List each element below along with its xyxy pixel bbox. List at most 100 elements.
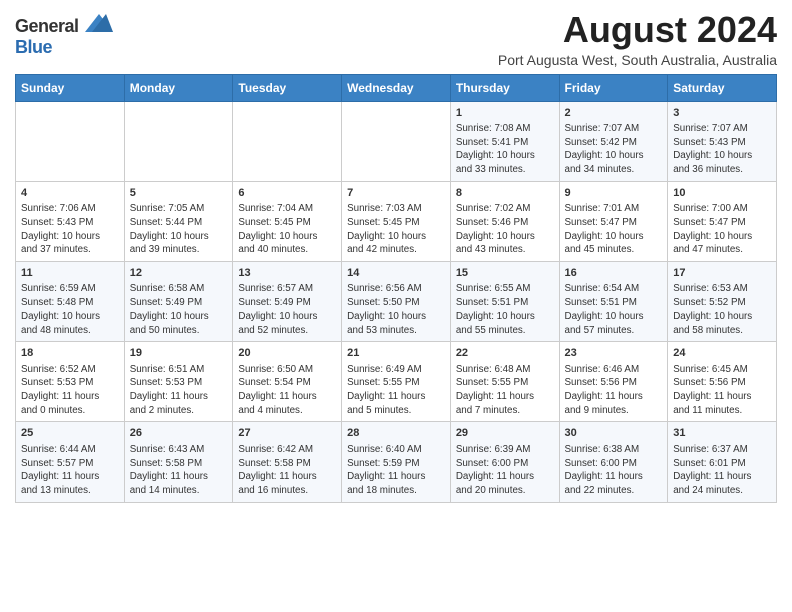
day-info: Sunrise: 6:55 AM Sunset: 5:51 PM Dayligh… <box>456 282 554 337</box>
day-number: 14 <box>347 266 445 281</box>
day-number: 23 <box>565 346 663 361</box>
week-row-5: 25 Sunrise: 6:44 AM Sunset: 5:57 PM Dayli… <box>16 422 777 502</box>
logo-icon <box>85 14 113 32</box>
day-cell: 29 Sunrise: 6:39 AM Sunset: 6:00 PM Dayli… <box>450 422 559 502</box>
day-info: Sunrise: 7:02 AM Sunset: 5:46 PM Dayligh… <box>456 202 554 257</box>
day-number: 1 <box>456 106 554 121</box>
day-number: 10 <box>673 186 771 201</box>
day-info: Sunrise: 6:46 AM Sunset: 5:56 PM Dayligh… <box>565 363 663 418</box>
day-cell: 15Sunrise: 6:55 AM Sunset: 5:51 PM Dayli… <box>450 262 559 342</box>
day-number: 25 <box>21 426 119 441</box>
day-cell: 12Sunrise: 6:58 AM Sunset: 5:49 PM Dayli… <box>124 262 233 342</box>
day-cell: 22Sunrise: 6:48 AM Sunset: 5:55 PM Dayli… <box>450 342 559 422</box>
col-header-tuesday: Tuesday <box>233 74 342 101</box>
day-cell: 2Sunrise: 7:07 AM Sunset: 5:42 PM Daylig… <box>559 101 668 181</box>
day-info: Sunrise: 6:37 AM Sunset: 6:01 PM Dayligh… <box>673 443 771 498</box>
day-info: Sunrise: 6:59 AM Sunset: 5:48 PM Dayligh… <box>21 282 119 337</box>
title-section: August 2024 Port Augusta West, South Aus… <box>498 10 777 68</box>
col-header-sunday: Sunday <box>16 74 125 101</box>
day-info: Sunrise: 7:03 AM Sunset: 5:45 PM Dayligh… <box>347 202 445 257</box>
day-number: 12 <box>130 266 228 281</box>
day-number: 30 <box>565 426 663 441</box>
day-number: 9 <box>565 186 663 201</box>
day-info: Sunrise: 6:50 AM Sunset: 5:54 PM Dayligh… <box>238 363 336 418</box>
day-cell: 11Sunrise: 6:59 AM Sunset: 5:48 PM Dayli… <box>16 262 125 342</box>
day-number: 29 <box>456 426 554 441</box>
day-number: 19 <box>130 346 228 361</box>
day-info: Sunrise: 6:38 AM Sunset: 6:00 PM Dayligh… <box>565 443 663 498</box>
day-cell: 4Sunrise: 7:06 AM Sunset: 5:43 PM Daylig… <box>16 181 125 261</box>
day-cell <box>342 101 451 181</box>
day-info: Sunrise: 7:07 AM Sunset: 5:43 PM Dayligh… <box>673 122 771 177</box>
day-cell <box>124 101 233 181</box>
day-number: 5 <box>130 186 228 201</box>
day-number: 16 <box>565 266 663 281</box>
calendar-header: SundayMondayTuesdayWednesdayThursdayFrid… <box>16 74 777 101</box>
day-cell <box>233 101 342 181</box>
day-cell: 3Sunrise: 7:07 AM Sunset: 5:43 PM Daylig… <box>668 101 777 181</box>
logo: General Blue <box>15 14 113 58</box>
day-info: Sunrise: 6:54 AM Sunset: 5:51 PM Dayligh… <box>565 282 663 337</box>
day-info: Sunrise: 6:51 AM Sunset: 5:53 PM Dayligh… <box>130 363 228 418</box>
day-number: 4 <box>21 186 119 201</box>
day-info: Sunrise: 7:08 AM Sunset: 5:41 PM Dayligh… <box>456 122 554 177</box>
day-cell: 28 Sunrise: 6:40 AM Sunset: 5:59 PM Dayli… <box>342 422 451 502</box>
day-info: Sunrise: 6:49 AM Sunset: 5:55 PM Dayligh… <box>347 363 445 418</box>
day-info: Sunrise: 7:00 AM Sunset: 5:47 PM Dayligh… <box>673 202 771 257</box>
day-number: 24 <box>673 346 771 361</box>
week-row-2: 4Sunrise: 7:06 AM Sunset: 5:43 PM Daylig… <box>16 181 777 261</box>
day-info: Sunrise: 6:56 AM Sunset: 5:50 PM Dayligh… <box>347 282 445 337</box>
col-header-thursday: Thursday <box>450 74 559 101</box>
day-cell: 13Sunrise: 6:57 AM Sunset: 5:49 PM Dayli… <box>233 262 342 342</box>
calendar-table: SundayMondayTuesdayWednesdayThursdayFrid… <box>15 74 777 503</box>
day-number: 31 <box>673 426 771 441</box>
day-cell: 24 Sunrise: 6:45 AM Sunset: 5:56 PM Dayli… <box>668 342 777 422</box>
day-cell: 5Sunrise: 7:05 AM Sunset: 5:44 PM Daylig… <box>124 181 233 261</box>
day-cell: 30 Sunrise: 6:38 AM Sunset: 6:00 PM Dayli… <box>559 422 668 502</box>
day-info: Sunrise: 7:06 AM Sunset: 5:43 PM Dayligh… <box>21 202 119 257</box>
day-number: 21 <box>347 346 445 361</box>
logo-blue-text: Blue <box>15 37 52 57</box>
day-cell: 23 Sunrise: 6:46 AM Sunset: 5:56 PM Dayli… <box>559 342 668 422</box>
day-number: 20 <box>238 346 336 361</box>
day-cell: 10Sunrise: 7:00 AM Sunset: 5:47 PM Dayli… <box>668 181 777 261</box>
day-cell: 20 Sunrise: 6:50 AM Sunset: 5:54 PM Dayli… <box>233 342 342 422</box>
day-cell: 26 Sunrise: 6:43 AM Sunset: 5:58 PM Dayli… <box>124 422 233 502</box>
header-row: SundayMondayTuesdayWednesdayThursdayFrid… <box>16 74 777 101</box>
day-info: Sunrise: 7:04 AM Sunset: 5:45 PM Dayligh… <box>238 202 336 257</box>
day-info: Sunrise: 6:58 AM Sunset: 5:49 PM Dayligh… <box>130 282 228 337</box>
day-info: Sunrise: 7:05 AM Sunset: 5:44 PM Dayligh… <box>130 202 228 257</box>
day-number: 28 <box>347 426 445 441</box>
day-cell: 27 Sunrise: 6:42 AM Sunset: 5:58 PM Dayli… <box>233 422 342 502</box>
day-cell: 19 Sunrise: 6:51 AM Sunset: 5:53 PM Dayli… <box>124 342 233 422</box>
day-info: Sunrise: 6:44 AM Sunset: 5:57 PM Dayligh… <box>21 443 119 498</box>
col-header-monday: Monday <box>124 74 233 101</box>
day-info: Sunrise: 6:42 AM Sunset: 5:58 PM Dayligh… <box>238 443 336 498</box>
week-row-4: 18Sunrise: 6:52 AM Sunset: 5:53 PM Dayli… <box>16 342 777 422</box>
day-info: Sunrise: 6:45 AM Sunset: 5:56 PM Dayligh… <box>673 363 771 418</box>
day-number: 26 <box>130 426 228 441</box>
day-info: Sunrise: 6:40 AM Sunset: 5:59 PM Dayligh… <box>347 443 445 498</box>
calendar-body: 1Sunrise: 7:08 AM Sunset: 5:41 PM Daylig… <box>16 101 777 502</box>
day-cell: 1Sunrise: 7:08 AM Sunset: 5:41 PM Daylig… <box>450 101 559 181</box>
day-number: 27 <box>238 426 336 441</box>
day-cell: 14Sunrise: 6:56 AM Sunset: 5:50 PM Dayli… <box>342 262 451 342</box>
week-row-3: 11Sunrise: 6:59 AM Sunset: 5:48 PM Dayli… <box>16 262 777 342</box>
day-cell: 17Sunrise: 6:53 AM Sunset: 5:52 PM Dayli… <box>668 262 777 342</box>
day-number: 7 <box>347 186 445 201</box>
day-number: 6 <box>238 186 336 201</box>
day-info: Sunrise: 6:39 AM Sunset: 6:00 PM Dayligh… <box>456 443 554 498</box>
col-header-friday: Friday <box>559 74 668 101</box>
day-info: Sunrise: 6:52 AM Sunset: 5:53 PM Dayligh… <box>21 363 119 418</box>
day-cell: 8Sunrise: 7:02 AM Sunset: 5:46 PM Daylig… <box>450 181 559 261</box>
page-header: General Blue August 2024 Port Augusta We… <box>15 10 777 68</box>
day-cell <box>16 101 125 181</box>
day-cell: 25 Sunrise: 6:44 AM Sunset: 5:57 PM Dayli… <box>16 422 125 502</box>
day-cell: 16Sunrise: 6:54 AM Sunset: 5:51 PM Dayli… <box>559 262 668 342</box>
day-number: 17 <box>673 266 771 281</box>
day-cell: 18Sunrise: 6:52 AM Sunset: 5:53 PM Dayli… <box>16 342 125 422</box>
day-info: Sunrise: 6:43 AM Sunset: 5:58 PM Dayligh… <box>130 443 228 498</box>
day-cell: 6Sunrise: 7:04 AM Sunset: 5:45 PM Daylig… <box>233 181 342 261</box>
day-info: Sunrise: 6:53 AM Sunset: 5:52 PM Dayligh… <box>673 282 771 337</box>
day-info: Sunrise: 6:57 AM Sunset: 5:49 PM Dayligh… <box>238 282 336 337</box>
